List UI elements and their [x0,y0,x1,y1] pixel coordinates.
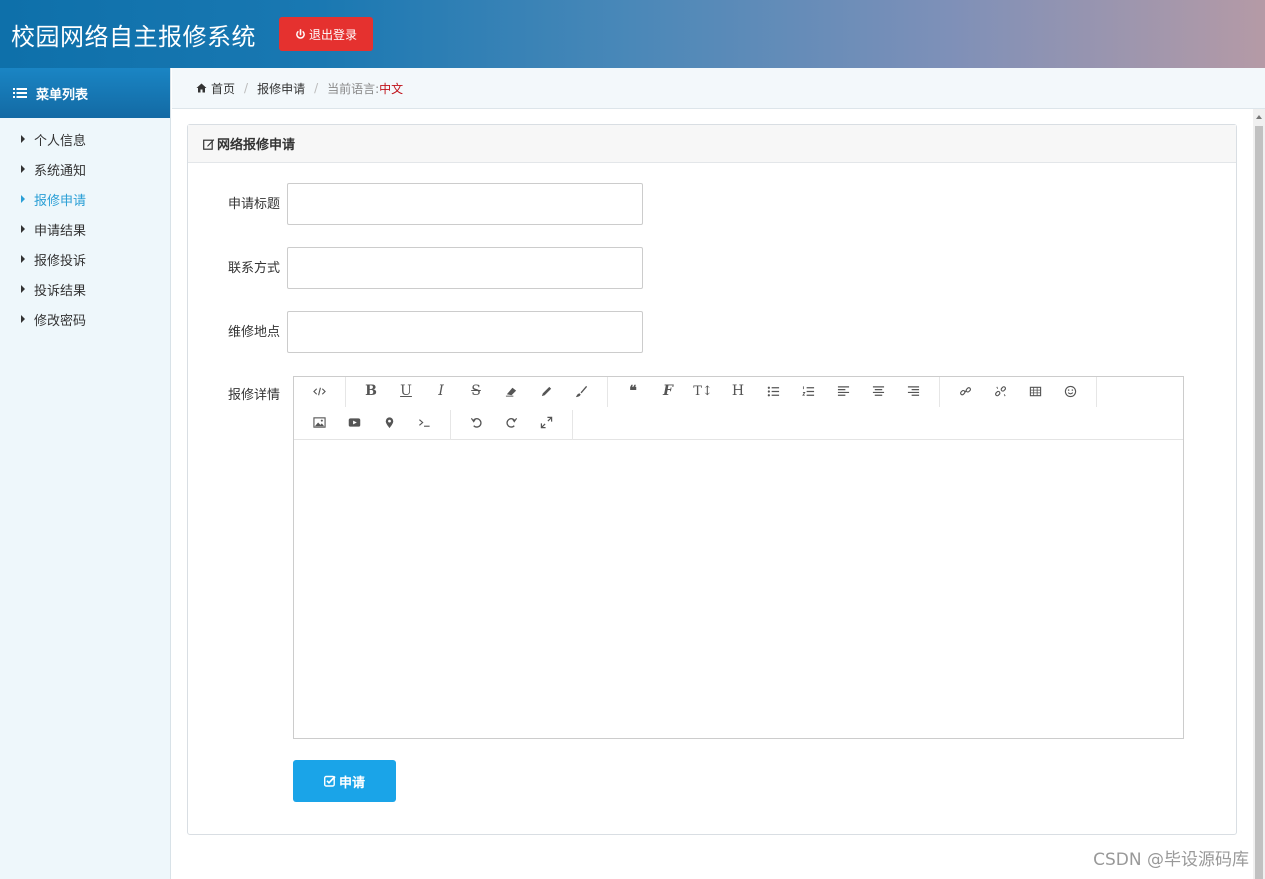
toolbar-divider [345,377,346,407]
paint-brush-icon[interactable] [570,380,592,402]
link-icon[interactable] [954,380,976,402]
sidebar: 菜单列表 个人信息 系统通知 报修申请 申请结果 报修投诉 投诉结果 修改密码 [0,68,171,879]
code-icon[interactable] [308,380,330,402]
heading-icon[interactable]: H [727,380,749,402]
watermark: CSDN @毕设源码库 [1093,850,1249,870]
sidebar-item-label: 投诉结果 [34,283,87,299]
italic-icon[interactable]: I [430,380,452,402]
language-value[interactable]: 中文 [379,80,403,97]
caret-right-icon [21,255,25,263]
edit-icon [203,138,215,150]
underline-icon[interactable]: U [395,380,417,402]
form-row-title: 申请标题 [188,183,643,225]
app-title: 校园网络自主报修系统 [11,22,256,51]
logout-label: 退出登录 [308,27,357,42]
caret-right-icon [21,195,25,203]
fullscreen-icon[interactable] [535,411,557,433]
location-input[interactable] [287,311,643,353]
scrollbar-thumb[interactable] [1255,126,1263,879]
pencil-icon[interactable] [535,380,557,402]
sidebar-item-complaint-results[interactable]: 投诉结果 [0,274,170,304]
caret-right-icon [21,165,25,173]
sidebar-item-repair-request[interactable]: 报修申请 [0,184,170,214]
align-center-icon[interactable] [867,380,889,402]
emoji-icon[interactable] [1059,380,1081,402]
sidebar-item-notices[interactable]: 系统通知 [0,154,170,184]
align-right-icon[interactable] [902,380,924,402]
form-row-contact: 联系方式 [188,247,643,289]
redo-icon[interactable] [500,411,522,433]
strikethrough-icon[interactable]: S [465,380,487,402]
language-label: 当前语言: [327,81,380,96]
breadcrumb-current[interactable]: 报修申请 [257,80,305,97]
submit-label: 申请 [338,775,365,791]
numbered-list-icon[interactable] [797,380,819,402]
title-input[interactable] [287,183,643,225]
power-icon [296,28,305,39]
panel-header: 网络报修申请 [188,125,1236,163]
align-left-icon[interactable] [832,380,854,402]
table-icon[interactable] [1024,380,1046,402]
text-height-icon[interactable]: T↕ [692,380,714,402]
terminal-icon[interactable] [413,411,435,433]
sidebar-item-label: 个人信息 [34,133,87,149]
breadcrumb-home[interactable]: 首页 [211,80,235,97]
location-label: 维修地点 [227,325,280,340]
caret-right-icon [21,225,25,233]
editor-content-area[interactable] [294,440,1183,738]
form-row-details: 报修详情 [188,384,287,403]
sidebar-item-label: 修改密码 [34,313,87,329]
breadcrumb-separator: / [244,81,249,95]
contact-input[interactable] [287,247,643,289]
sidebar-item-complaint[interactable]: 报修投诉 [0,244,170,274]
sidebar-item-label: 系统通知 [34,163,87,179]
caret-right-icon [21,315,25,323]
toolbar-divider [572,410,573,440]
unlink-icon[interactable] [989,380,1011,402]
breadcrumb-separator: / [314,81,319,95]
toolbar-divider [1096,377,1097,407]
image-icon[interactable] [308,411,330,433]
toolbar-divider [450,410,451,440]
video-icon[interactable] [343,411,365,433]
page-scrollbar[interactable] [1253,109,1265,879]
list-icon [13,88,27,98]
sidebar-item-profile[interactable]: 个人信息 [0,124,170,154]
scroll-up-arrow-icon[interactable] [1256,115,1262,119]
breadcrumb: 首页 / 报修申请 / 当前语言: 中文 [172,68,1265,109]
bullet-list-icon[interactable] [762,380,784,402]
form-row-location: 维修地点 [188,311,643,353]
panel-title: 网络报修申请 [217,138,296,153]
home-icon [196,83,207,93]
logout-button[interactable]: 退出登录 [279,17,373,51]
toolbar-divider [607,377,608,407]
toolbar-divider [939,377,940,407]
caret-right-icon [21,285,25,293]
repair-request-panel: 网络报修申请 申请标题 联系方式 维修地点 报修详情 B U I S ❝ F T [187,124,1237,835]
sidebar-heading: 菜单列表 [0,68,170,118]
contact-label: 联系方式 [227,261,280,276]
check-square-icon [323,775,336,787]
sidebar-item-label: 申请结果 [34,223,87,239]
title-label: 申请标题 [227,197,280,212]
sidebar-item-label: 报修申请 [34,193,87,209]
font-icon[interactable]: F [657,380,679,402]
bold-icon[interactable]: B [360,380,382,402]
details-label: 报修详情 [227,388,280,403]
sidebar-item-change-password[interactable]: 修改密码 [0,304,170,334]
sidebar-menu: 个人信息 系统通知 报修申请 申请结果 报修投诉 投诉结果 修改密码 [0,118,170,334]
sidebar-item-label: 报修投诉 [34,253,87,269]
eraser-icon[interactable] [500,380,522,402]
caret-right-icon [21,135,25,143]
map-marker-icon[interactable] [378,411,400,433]
submit-button[interactable]: 申请 [293,760,396,802]
sidebar-heading-label: 菜单列表 [36,87,89,103]
top-header: 校园网络自主报修系统 退出登录 [0,0,1265,68]
editor-toolbar: B U I S ❝ F T↕ H [294,377,1183,440]
sidebar-item-request-results[interactable]: 申请结果 [0,214,170,244]
undo-icon[interactable] [465,411,487,433]
quote-icon[interactable]: ❝ [622,380,644,402]
rich-text-editor: B U I S ❝ F T↕ H [293,376,1184,739]
